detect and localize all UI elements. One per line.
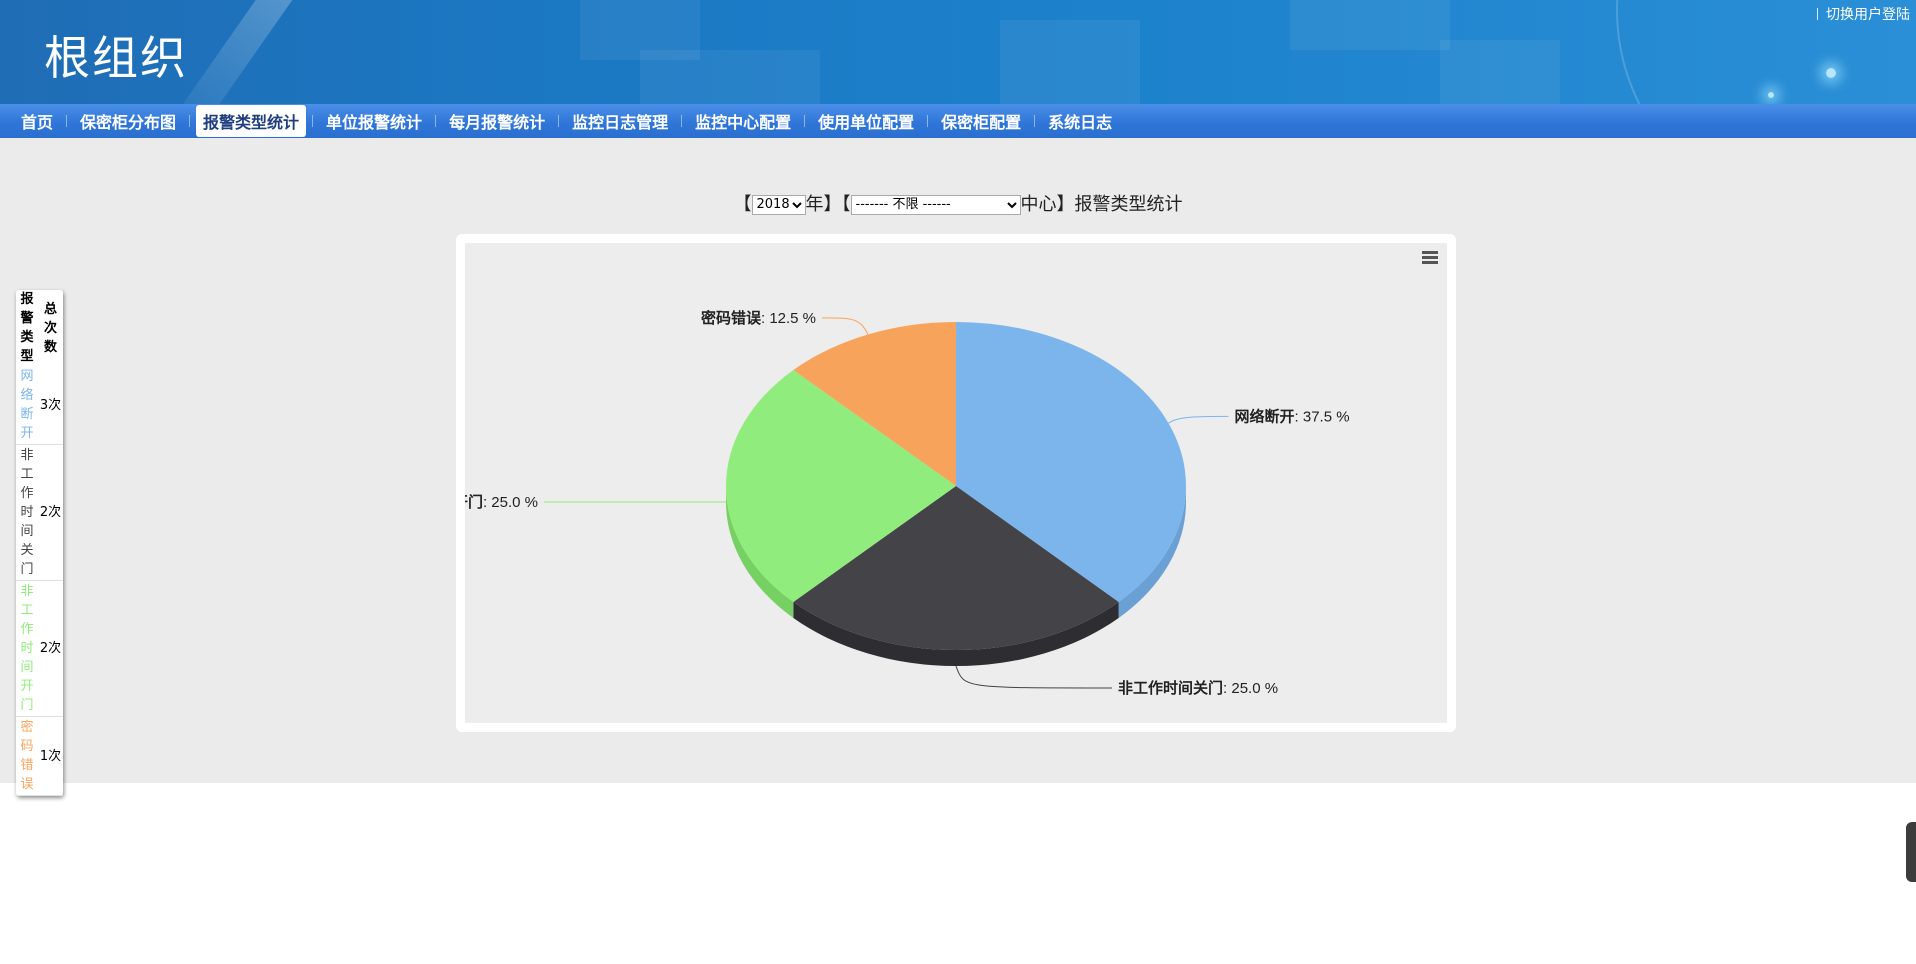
- nav-separator: [927, 115, 929, 127]
- switch-user-label: 切换用户登陆: [1826, 7, 1910, 23]
- header-decoration: [1768, 92, 1774, 98]
- year-suffix: 年】: [805, 194, 842, 215]
- pie-connector-3: [822, 317, 869, 335]
- page-header: 根组织 切换用户登陆: [0, 0, 1916, 104]
- row-type: 非工作时间关门: [16, 444, 38, 581]
- row-count: 1次: [38, 716, 63, 796]
- table-row: 密码错误 1次: [16, 716, 63, 796]
- nav-unit-alarm-stats[interactable]: 单位报警统计: [319, 105, 429, 137]
- center-select[interactable]: ------- 不限 ------: [850, 194, 1021, 215]
- nav-separator: [66, 115, 68, 127]
- nav-cabinet-map[interactable]: 保密柜分布图: [73, 105, 183, 137]
- switch-user-link[interactable]: 切换用户登陆: [1817, 4, 1910, 24]
- nav-separator: [312, 115, 314, 127]
- row-type: 密码错误: [16, 716, 38, 796]
- nav-cabinet-config[interactable]: 保密柜配置: [934, 105, 1028, 137]
- table-row: 非工作时间关门 2次: [16, 444, 63, 581]
- nav-alarm-type-stats[interactable]: 报警类型统计: [196, 105, 307, 137]
- pie-label-3: 密码错误: 12.5 %: [701, 309, 816, 327]
- row-type: 网络断开: [16, 366, 38, 445]
- row-count: 3次: [38, 366, 63, 445]
- table-row: 非工作时间开门 2次: [16, 580, 63, 717]
- nav-unit-config[interactable]: 使用单位配置: [811, 105, 921, 137]
- org-title: 根组织: [44, 31, 188, 85]
- chart-area: 网络断开: 37.5 % 非工作时间关门: 25.0 % 非工作时间开门: 25.0…: [378, 243, 1447, 723]
- bracket-open: 【: [841, 194, 851, 215]
- header-decoration: [1000, 20, 1140, 104]
- chart-card: 网络断开: 37.5 % 非工作时间关门: 25.0 % 非工作时间开门: 25.0…: [378, 234, 1456, 732]
- nav-separator: [804, 115, 806, 127]
- header-count: 总次数: [43, 301, 57, 355]
- pie-label-0: 网络断开: 37.5 %: [1235, 407, 1350, 425]
- table-row: 网络断开 3次: [16, 366, 63, 445]
- nav-separator: [189, 115, 191, 127]
- year-select[interactable]: 2018: [751, 194, 806, 215]
- nav-system-log[interactable]: 系统日志: [1041, 105, 1119, 137]
- header-decoration: [1440, 40, 1560, 104]
- filter-title: 报警类型统计: [1074, 194, 1183, 215]
- pie-slices: [726, 322, 1186, 650]
- row-type: 非工作时间开门: [16, 580, 38, 717]
- scroll-handle[interactable]: [1906, 822, 1916, 882]
- header-decoration: [640, 50, 820, 104]
- nav-monitor-log[interactable]: 监控日志管理: [565, 105, 675, 137]
- pie-label-1: 非工作时间关门: 25.0 %: [1118, 679, 1278, 697]
- nav-separator: [1034, 115, 1036, 127]
- pie-connector-1: [955, 665, 1113, 689]
- row-count: 2次: [38, 444, 63, 581]
- header-decoration: [1290, 0, 1450, 50]
- separator: [1817, 8, 1818, 20]
- nav-home[interactable]: 首页: [14, 105, 60, 137]
- main-content: 【2018 年】【 ------- 不限 ------ 中心】报警类型统计 网络断开:…: [0, 138, 1916, 783]
- nav-monitor-center-config[interactable]: 监控中心配置: [688, 105, 798, 137]
- table-header-row: 报警类型 总次数: [16, 290, 63, 366]
- nav-separator: [681, 115, 683, 127]
- alarm-summary-table: 报警类型 总次数 网络断开 3次 非工作时间关门 2次 非工作时间开门 2次 密…: [16, 290, 63, 796]
- nav-monthly-alarm-stats[interactable]: 每月报警统计: [442, 105, 552, 137]
- pie-chart: 网络断开: 37.5 % 非工作时间关门: 25.0 % 非工作时间开门: 25.0…: [378, 309, 1350, 697]
- nav-separator: [558, 115, 560, 127]
- filter-bar: 【2018 年】【 ------- 不限 ------ 中心】报警类型统计: [0, 190, 1916, 216]
- center-suffix: 中心】: [1020, 194, 1075, 215]
- main-nav: 首页 保密柜分布图 报警类型统计 单位报警统计 每月报警统计 监控日志管理 监控…: [0, 104, 1916, 138]
- row-count: 2次: [38, 580, 63, 717]
- nav-separator: [435, 115, 437, 127]
- chart-menu-icon[interactable]: [1419, 249, 1441, 269]
- header-type: 报警类型: [20, 292, 34, 364]
- pie-label-2: 非工作时间开门: 25.0 %: [465, 493, 538, 511]
- pie-connector-0: [1168, 415, 1229, 424]
- header-decoration: [1826, 68, 1836, 78]
- bracket-open: 【: [733, 194, 752, 215]
